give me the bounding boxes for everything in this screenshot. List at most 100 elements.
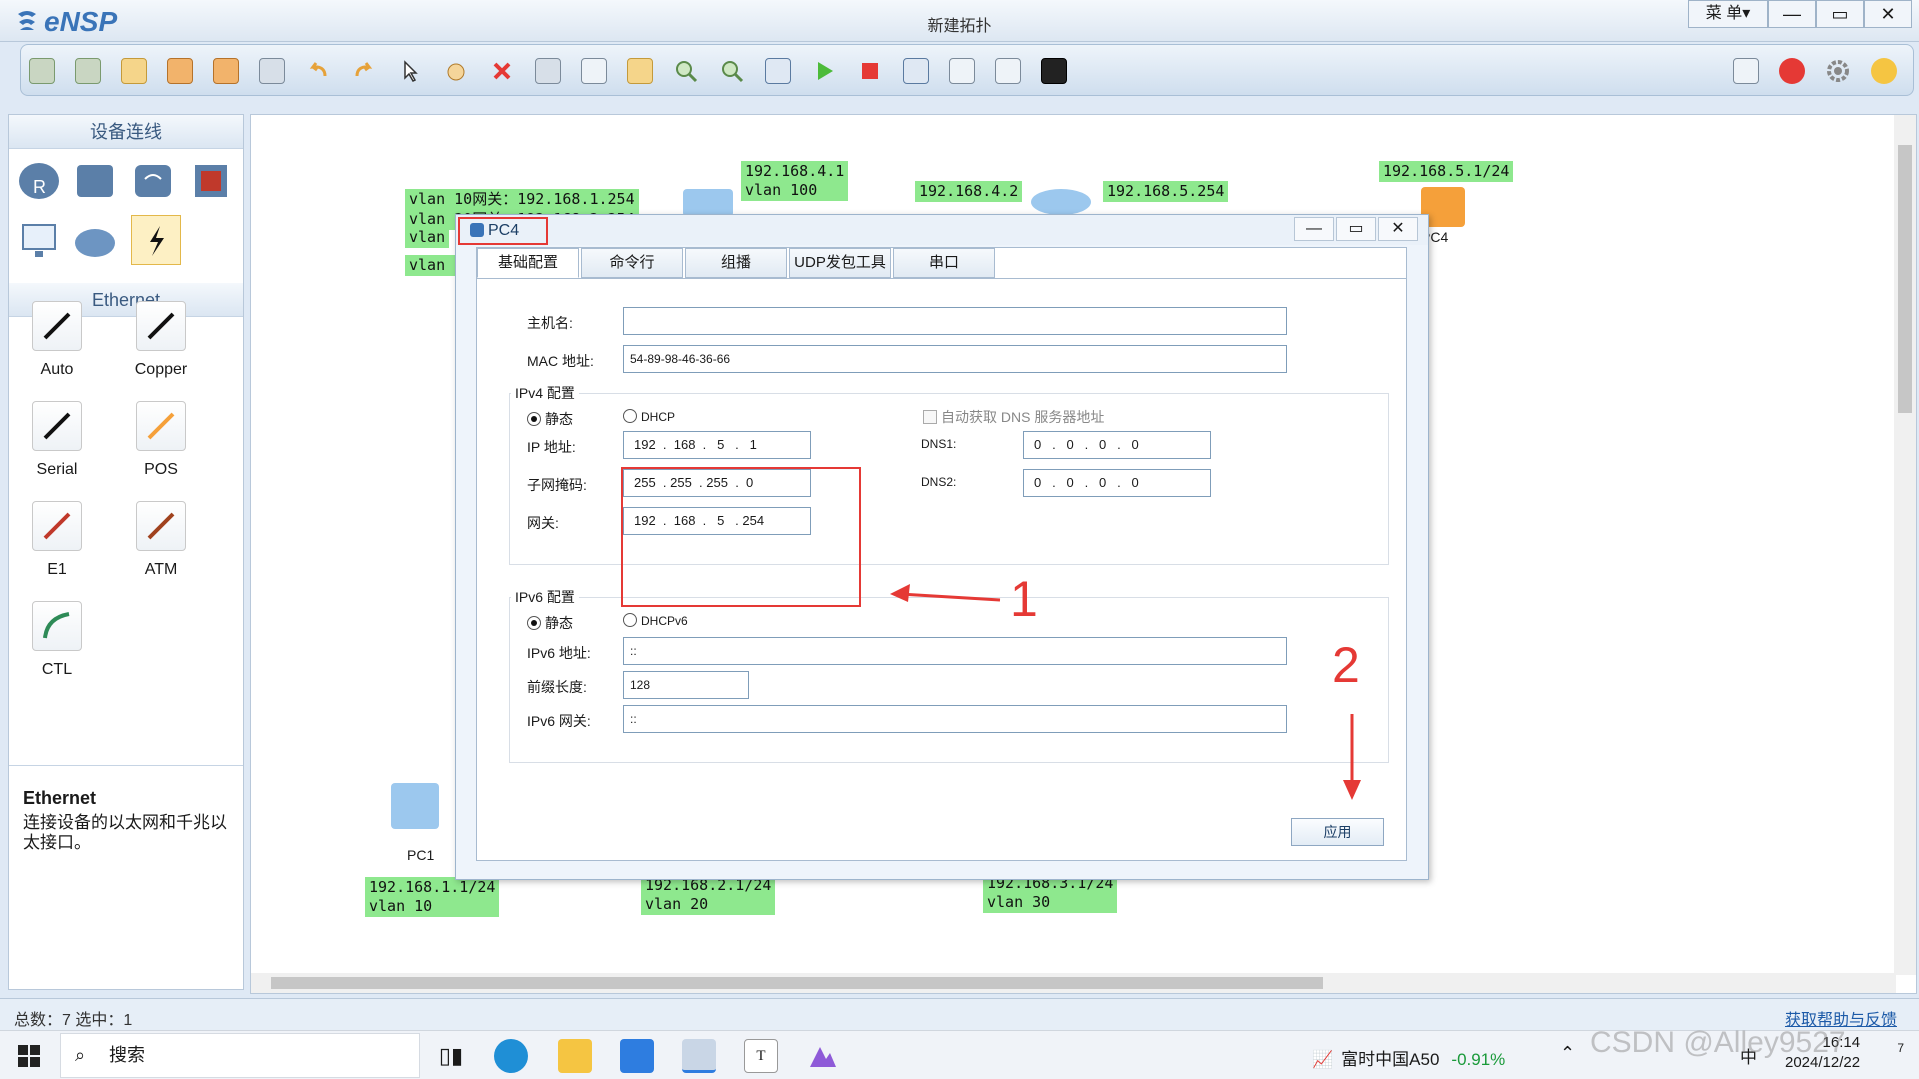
- tab-command-line[interactable]: 命令行: [581, 248, 683, 278]
- capture-icon[interactable]: [903, 58, 929, 84]
- connection-pos[interactable]: POS: [101, 401, 221, 479]
- redo-icon[interactable]: [351, 58, 377, 84]
- pc1-icon[interactable]: [391, 783, 439, 829]
- switch-icon[interactable]: [683, 189, 733, 217]
- switch-icon[interactable]: [73, 159, 117, 203]
- minimize-button[interactable]: —: [1768, 0, 1816, 28]
- open-icon[interactable]: [121, 58, 147, 84]
- help-icon[interactable]: [1871, 58, 1897, 84]
- connection-auto[interactable]: Auto: [0, 301, 117, 379]
- delete-icon[interactable]: [489, 58, 515, 84]
- canvas-label[interactable]: 192.168.4.1 vlan 100: [741, 161, 849, 201]
- print-icon[interactable]: [259, 58, 285, 84]
- task-view-icon[interactable]: ▯▮: [434, 1039, 468, 1073]
- stop-all-icon[interactable]: [857, 58, 883, 84]
- description-title: Ethernet: [23, 788, 97, 808]
- edge-browser-icon[interactable]: [494, 1039, 528, 1073]
- undo-icon[interactable]: [305, 58, 331, 84]
- tab-basic-config[interactable]: 基础配置: [477, 248, 579, 278]
- mac-input[interactable]: 54-89-98-46-36-66: [623, 345, 1287, 373]
- window-title: 新建拓扑: [927, 18, 992, 35]
- huawei-icon[interactable]: [1779, 58, 1805, 84]
- connection-icon[interactable]: [131, 215, 181, 265]
- tab-udp-tool[interactable]: UDP发包工具: [789, 248, 891, 278]
- save-icon[interactable]: [167, 58, 193, 84]
- router-icon[interactable]: [1031, 189, 1091, 215]
- tab-serial[interactable]: 串口: [893, 248, 995, 278]
- notification-count[interactable]: 7: [1876, 1041, 1904, 1069]
- add-text-icon[interactable]: [581, 58, 607, 84]
- tray-chevron-icon[interactable]: ⌃: [1560, 1043, 1575, 1064]
- show-grid-icon[interactable]: [995, 58, 1021, 84]
- dialog-titlebar[interactable]: PC4 — ▭ ✕: [456, 215, 1428, 245]
- pc-icon[interactable]: [17, 219, 61, 263]
- maximize-button[interactable]: ▭: [1816, 0, 1864, 28]
- ensp-taskbar-icon[interactable]: [682, 1039, 716, 1073]
- pan-hand-icon[interactable]: [443, 58, 469, 84]
- canvas-label[interactable]: vlan: [405, 227, 450, 248]
- apply-button[interactable]: 应用: [1291, 818, 1384, 846]
- auto-dns-checkbox[interactable]: 自动获取 DNS 服务器地址: [923, 407, 1104, 427]
- dialog-close-button[interactable]: ✕: [1378, 217, 1418, 241]
- horizontal-scrollbar[interactable]: [251, 973, 1896, 993]
- connection-ctl[interactable]: CTL: [0, 601, 117, 679]
- menu-button[interactable]: 菜 单▾: [1688, 0, 1768, 28]
- select-icon[interactable]: [397, 58, 423, 84]
- horizontal-scroll-thumb[interactable]: [271, 977, 1323, 989]
- canvas-label[interactable]: vlan 10网关：192.168.1.254: [405, 189, 639, 210]
- ipv4-static-label: 静态: [545, 411, 573, 427]
- wlan-icon[interactable]: [131, 159, 175, 203]
- stock-widget[interactable]: 📈 富时中国A50 -0.91%: [1312, 1045, 1505, 1070]
- virtualbox-icon[interactable]: [806, 1039, 840, 1073]
- save-as-icon[interactable]: [213, 58, 239, 84]
- ipv4-static-radio[interactable]: 静态: [527, 409, 573, 429]
- checkbox-icon: [923, 410, 937, 424]
- canvas-label[interactable]: 192.168.5.1/24: [1379, 161, 1514, 182]
- dialog-maximize-button[interactable]: ▭: [1336, 217, 1376, 241]
- fit-view-icon[interactable]: [765, 58, 791, 84]
- terminal-icon[interactable]: [1041, 58, 1067, 84]
- dns1-input[interactable]: 0 . 0 . 0 . 0: [1023, 431, 1211, 459]
- canvas-label[interactable]: 192.168.2.1/24 vlan 20: [641, 875, 776, 915]
- canvas-label[interactable]: 192.168.1.1/24 vlan 10: [365, 877, 500, 917]
- close-button[interactable]: ✕: [1864, 0, 1912, 28]
- topology-icon[interactable]: [949, 58, 975, 84]
- text-app-icon[interactable]: T: [744, 1039, 778, 1073]
- prefix-length-input[interactable]: 128: [623, 671, 749, 699]
- ip-address-input[interactable]: 192 . 168 . 5 . 1: [623, 431, 811, 459]
- delete-link-icon[interactable]: [535, 58, 561, 84]
- mac-label: MAC 地址:: [527, 353, 594, 369]
- add-shape-icon[interactable]: [627, 58, 653, 84]
- zoom-out-icon[interactable]: [719, 58, 745, 84]
- ipv6-static-radio[interactable]: 静态: [527, 613, 573, 633]
- connection-copper[interactable]: Copper: [101, 301, 221, 379]
- connection-serial[interactable]: Serial: [0, 401, 117, 479]
- cloud-icon[interactable]: [73, 219, 117, 263]
- hostname-input[interactable]: [623, 307, 1287, 335]
- ipv6-dhcp-radio[interactable]: DHCPv6: [623, 613, 688, 628]
- new-topology-icon[interactable]: [29, 58, 55, 84]
- vertical-scrollbar[interactable]: [1894, 115, 1916, 975]
- canvas-label[interactable]: 192.168.4.2: [915, 181, 1023, 202]
- dns2-input[interactable]: 0 . 0 . 0 . 0: [1023, 469, 1211, 497]
- tab-multicast[interactable]: 组播: [685, 248, 787, 278]
- canvas-label[interactable]: 192.168.5.254: [1103, 181, 1229, 202]
- taskbar-search[interactable]: ⌕ 搜索: [60, 1033, 420, 1078]
- ipv4-dhcp-radio[interactable]: DHCP: [623, 409, 675, 424]
- connection-atm[interactable]: ATM: [101, 501, 221, 579]
- zoom-in-icon[interactable]: [673, 58, 699, 84]
- router-icon[interactable]: R: [17, 159, 61, 203]
- dialog-minimize-button[interactable]: —: [1294, 217, 1334, 241]
- feedback-icon[interactable]: [1733, 58, 1759, 84]
- ipv6-gateway-input[interactable]: ::: [623, 705, 1287, 733]
- file-explorer-icon[interactable]: [558, 1039, 592, 1073]
- new-exam-icon[interactable]: [75, 58, 101, 84]
- photos-app-icon[interactable]: [620, 1039, 654, 1073]
- vertical-scroll-thumb[interactable]: [1898, 145, 1912, 413]
- connection-e1[interactable]: E1: [0, 501, 117, 579]
- settings-icon[interactable]: [1825, 58, 1851, 84]
- ipv6-address-input[interactable]: ::: [623, 637, 1287, 665]
- start-all-icon[interactable]: [811, 58, 837, 84]
- windows-start-icon[interactable]: [18, 1045, 40, 1067]
- firewall-icon[interactable]: [189, 159, 233, 203]
